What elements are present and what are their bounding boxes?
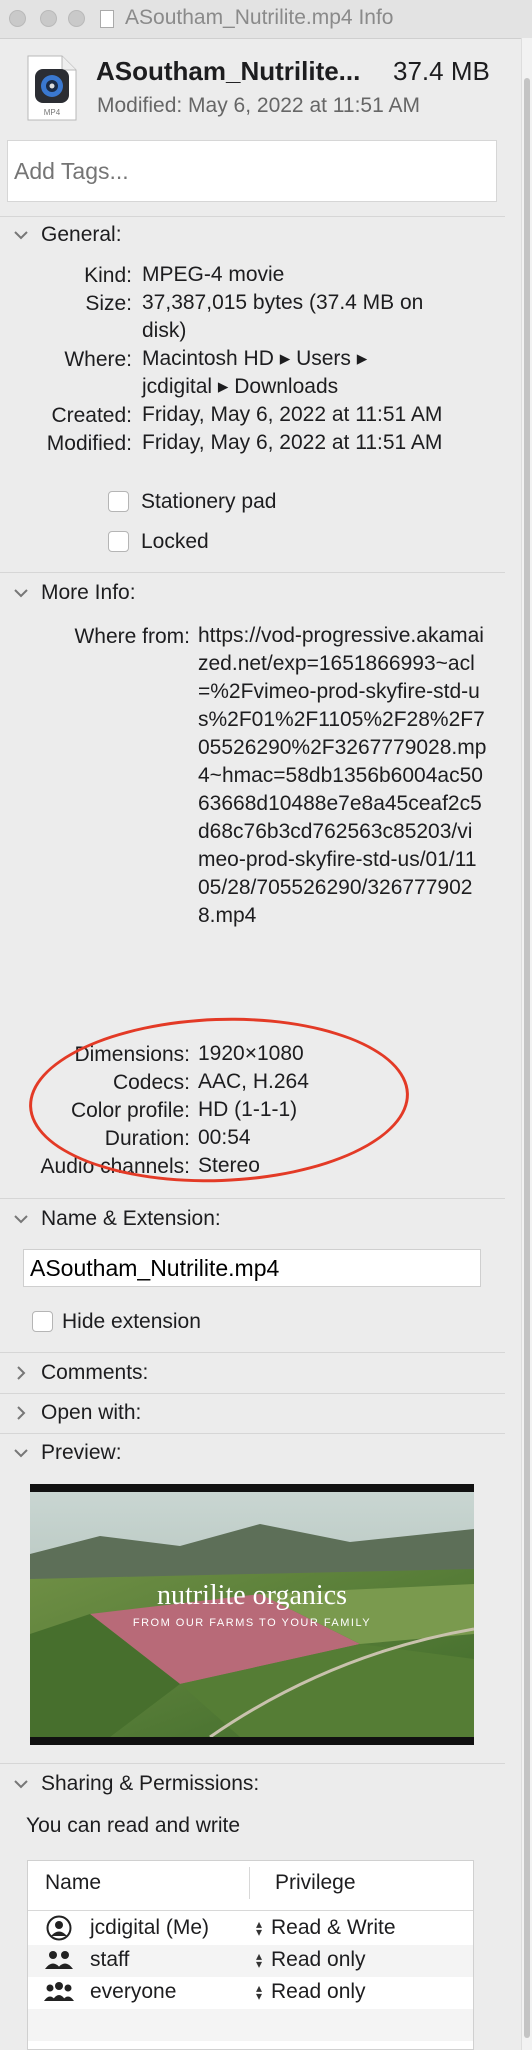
stationery-pad-checkbox[interactable] xyxy=(108,491,129,512)
general-section-toggle[interactable]: General: xyxy=(14,223,122,247)
sharing-section-title: Sharing & Permissions: xyxy=(41,1772,260,1795)
created-label: Created: xyxy=(51,404,132,427)
hide-extension-checkbox[interactable] xyxy=(32,1311,53,1332)
where-from-label: Where from: xyxy=(74,625,190,648)
file-modified-date: Modified: May 6, 2022 at 11:51 AM xyxy=(97,94,420,117)
divider xyxy=(0,1198,505,1199)
modified-value: Friday, May 6, 2022 at 11:51 AM xyxy=(142,431,443,454)
chevron-down-icon xyxy=(14,1777,28,1791)
comments-section-toggle[interactable]: Comments: xyxy=(14,1361,148,1385)
file-size: 37.4 MB xyxy=(393,56,490,86)
permission-privilege-popup[interactable]: Read & Write xyxy=(271,1916,396,1940)
highlight-annotation-ellipse xyxy=(26,1011,412,1189)
permission-privilege-popup[interactable]: Read only xyxy=(271,1980,366,2004)
divider xyxy=(0,1352,505,1353)
more-info-section-toggle[interactable]: More Info: xyxy=(14,581,136,605)
name-extension-section-title: Name & Extension: xyxy=(41,1207,221,1230)
preview-brand-text: nutrilite organics xyxy=(157,1580,347,1611)
where-value: Macintosh HD ▸ Users ▸ jcdigital ▸ Downl… xyxy=(142,347,368,398)
sharing-summary: You can read and write xyxy=(26,1814,241,1837)
scrollbar-thumb[interactable] xyxy=(524,78,530,2038)
minimize-window-button[interactable] xyxy=(40,10,57,27)
permissions-table: Name Privilege jcdigital (Me) ▴ ▾ Read & … xyxy=(27,1860,474,2050)
person-icon xyxy=(46,1915,72,1941)
divider xyxy=(0,216,505,217)
locked-label: Locked xyxy=(141,530,209,553)
permission-privilege-popup[interactable]: Read only xyxy=(271,1948,366,1972)
preview-section-toggle[interactable]: Preview: xyxy=(14,1441,122,1465)
comments-section-title: Comments: xyxy=(41,1361,149,1384)
stationery-pad-label: Stationery pad xyxy=(141,490,277,513)
permission-row[interactable]: jcdigital (Me) ▴ ▾ Read & Write xyxy=(28,1913,473,1945)
empty-table-row xyxy=(28,2009,473,2041)
name-extension-section-toggle[interactable]: Name & Extension: xyxy=(14,1207,221,1231)
updown-arrows-icon: ▴ ▾ xyxy=(256,1917,263,1939)
divider xyxy=(0,1763,505,1764)
permission-user-name: everyone xyxy=(90,1980,177,2003)
divider xyxy=(0,1433,505,1434)
chevron-down-icon xyxy=(14,586,28,600)
kind-label: Kind: xyxy=(84,264,132,287)
general-section-title: General: xyxy=(41,223,122,246)
sharing-section-toggle[interactable]: Sharing & Permissions: xyxy=(14,1772,259,1796)
svg-text:MP4: MP4 xyxy=(44,108,61,117)
permission-user-name: staff xyxy=(90,1948,130,1971)
everyone-icon xyxy=(44,1982,74,2001)
permission-row[interactable]: everyone ▴ ▾ Read only xyxy=(28,1977,473,2009)
group-icon xyxy=(45,1951,73,1969)
where-label: Where: xyxy=(64,348,132,371)
preview-tagline-text: FROM OUR FARMS TO YOUR FAMILY xyxy=(133,1617,371,1629)
created-value: Friday, May 6, 2022 at 11:51 AM xyxy=(142,403,443,426)
divider xyxy=(0,572,505,573)
hide-extension-label: Hide extension xyxy=(62,1310,201,1333)
permission-user-name: jcdigital (Me) xyxy=(90,1916,210,1939)
open-with-section-toggle[interactable]: Open with: xyxy=(14,1401,141,1425)
chevron-down-icon xyxy=(14,1212,28,1226)
video-preview-thumbnail[interactable]: nutrilite organics FROM OUR FARMS TO YOU… xyxy=(30,1484,474,1745)
header-divider xyxy=(28,1910,473,1911)
updown-arrows-icon: ▴ ▾ xyxy=(256,1981,263,2003)
file-name: ASoutham_Nutrilite... xyxy=(96,56,361,86)
tags-input[interactable] xyxy=(7,140,497,202)
kind-value: MPEG-4 movie xyxy=(142,263,285,286)
permission-row[interactable]: staff ▴ ▾ Read only xyxy=(28,1945,473,1977)
mp4-file-icon: MP4 xyxy=(27,55,77,121)
zoom-window-button[interactable] xyxy=(68,10,85,27)
size-label: Size: xyxy=(85,292,132,315)
column-header-name[interactable]: Name xyxy=(45,1871,101,1895)
locked-checkbox[interactable] xyxy=(108,531,129,552)
column-divider xyxy=(249,1867,250,1899)
farm-landscape-image: nutrilite organics FROM OUR FARMS TO YOU… xyxy=(30,1484,474,1745)
updown-arrows-icon: ▴ ▾ xyxy=(256,1949,263,1971)
scrollbar[interactable] xyxy=(521,38,532,2050)
where-from-value: https://vod-progressive.akamaized.net/ex… xyxy=(198,624,487,927)
window-title: ASoutham_Nutrilite.mp4 Info xyxy=(125,6,394,29)
document-proxy-icon[interactable] xyxy=(100,10,114,28)
more-info-section-title: More Info: xyxy=(41,581,136,604)
filename-input[interactable] xyxy=(23,1249,481,1287)
chevron-right-icon xyxy=(14,1366,28,1380)
size-value: 37,387,015 bytes (37.4 MB on disk) xyxy=(142,291,424,342)
close-window-button[interactable] xyxy=(9,10,26,27)
chevron-down-icon xyxy=(14,228,28,242)
divider xyxy=(0,1393,505,1394)
title-bar: ASoutham_Nutrilite.mp4 Info xyxy=(0,0,532,39)
chevron-right-icon xyxy=(14,1406,28,1420)
modified-label: Modified: xyxy=(46,432,132,455)
chevron-down-icon xyxy=(14,1446,28,1460)
column-header-privilege[interactable]: Privilege xyxy=(275,1871,356,1895)
preview-section-title: Preview: xyxy=(41,1441,122,1464)
open-with-section-title: Open with: xyxy=(41,1401,142,1424)
